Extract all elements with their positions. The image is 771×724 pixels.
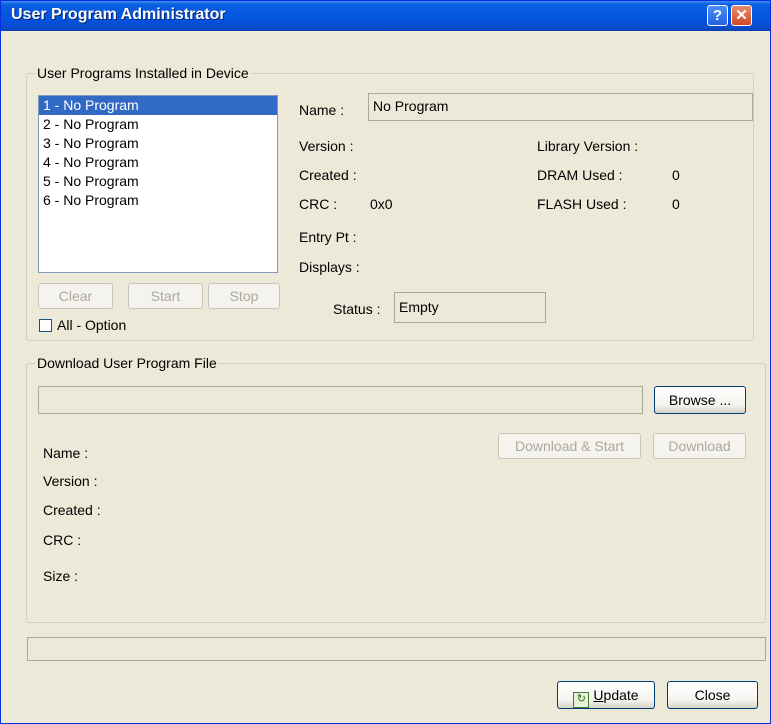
download-name-label: Name :: [43, 445, 89, 461]
version-label: Version :: [299, 138, 354, 154]
update-button[interactable]: ↻ Update: [557, 681, 655, 709]
list-item[interactable]: 4 - No Program: [39, 153, 277, 172]
file-path-field[interactable]: [38, 386, 643, 414]
installed-programs-legend: User Programs Installed in Device: [35, 65, 251, 81]
status-field: Empty: [394, 292, 546, 323]
program-name-field: No Program: [368, 93, 753, 121]
entry-point-label: Entry Pt :: [299, 229, 357, 245]
crc-value: 0x0: [370, 196, 393, 212]
list-item[interactable]: 3 - No Program: [39, 134, 277, 153]
library-version-label: Library Version :: [537, 138, 639, 154]
program-list[interactable]: 1 - No Program 2 - No Program 3 - No Pro…: [38, 95, 278, 273]
download-button[interactable]: Download: [653, 433, 746, 459]
all-option-label: All - Option: [57, 317, 127, 333]
start-button[interactable]: Start: [128, 283, 203, 309]
help-button[interactable]: ?: [707, 5, 728, 26]
title-bar[interactable]: User Program Administrator ? ✕: [1, 1, 770, 31]
crc-label: CRC :: [299, 196, 338, 212]
update-mnemonic: U: [593, 687, 604, 703]
close-window-button[interactable]: ✕: [731, 5, 752, 26]
download-version-label: Version :: [43, 473, 98, 489]
flash-used-value: 0: [672, 196, 680, 212]
all-option-checkbox[interactable]: [39, 319, 52, 332]
download-legend: Download User Program File: [35, 355, 219, 371]
update-label: pdate: [603, 687, 639, 703]
dram-used-value: 0: [672, 167, 680, 183]
close-button[interactable]: Close: [667, 681, 758, 709]
browse-button[interactable]: Browse ...: [654, 386, 746, 414]
download-created-label: Created :: [43, 502, 101, 518]
download-start-button[interactable]: Download & Start: [498, 433, 641, 459]
name-label: Name :: [299, 102, 345, 118]
stop-button[interactable]: Stop: [208, 283, 280, 309]
program-admin-window: User Program Administrator ? ✕ User Prog…: [0, 0, 771, 724]
window-title: User Program Administrator: [11, 6, 226, 23]
download-size-label: Size :: [43, 568, 79, 584]
list-item[interactable]: 1 - No Program: [39, 96, 277, 115]
list-item[interactable]: 2 - No Program: [39, 115, 277, 134]
list-item[interactable]: 5 - No Program: [39, 172, 277, 191]
created-label: Created :: [299, 167, 357, 183]
download-crc-label: CRC :: [43, 532, 82, 548]
close-icon: ✕: [735, 7, 748, 24]
flash-used-label: FLASH Used :: [537, 196, 627, 212]
status-label: Status :: [333, 301, 381, 317]
progress-bar: [27, 637, 766, 661]
displays-label: Displays :: [299, 259, 360, 275]
refresh-icon: ↻: [573, 692, 590, 708]
help-icon: ?: [712, 7, 723, 24]
dram-used-label: DRAM Used :: [537, 167, 623, 183]
list-item[interactable]: 6 - No Program: [39, 191, 277, 210]
clear-button[interactable]: Clear: [38, 283, 113, 309]
